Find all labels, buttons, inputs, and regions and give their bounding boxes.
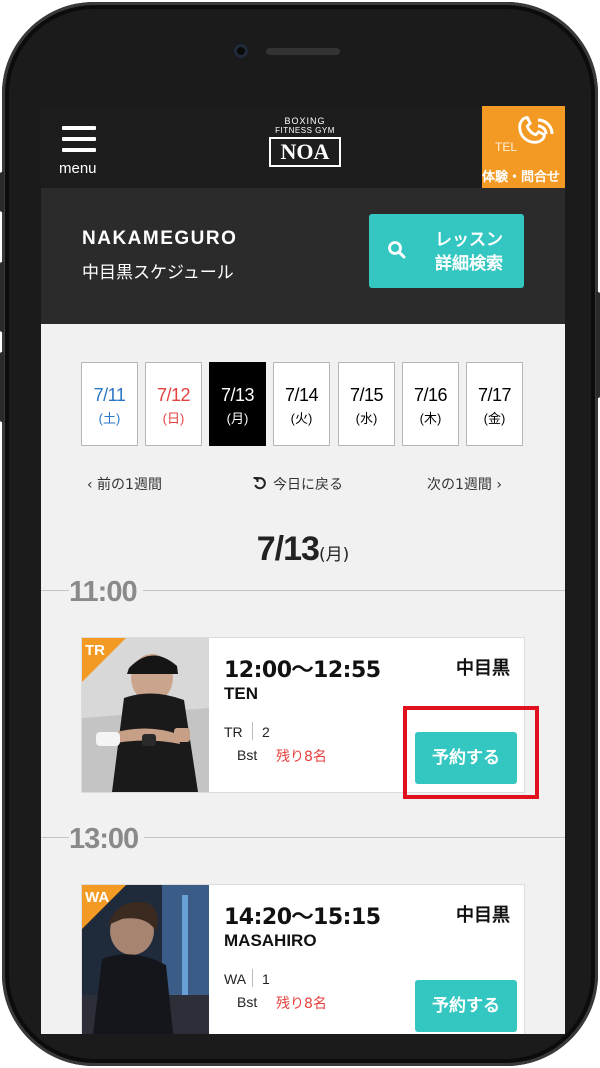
class-location: 中目黒 — [456, 658, 510, 679]
date-tab-date: 7/11 — [93, 385, 126, 405]
site-header: menu BOXING FITNESS GYM NOA TEL 体験・問合せ — [41, 106, 565, 188]
date-tab[interactable]: 7/11 (土) — [81, 362, 138, 446]
day-heading: 7/13(月) — [41, 530, 565, 569]
search-label-line1: レッスン — [435, 230, 503, 250]
volume-up-button — [0, 262, 4, 332]
class-code: TR — [224, 724, 243, 740]
date-tab[interactable]: 7/16 (木) — [402, 362, 459, 446]
date-tab-weekday: (木) — [419, 411, 442, 426]
code-separator — [252, 722, 253, 740]
earpiece-speaker — [266, 48, 340, 55]
mute-switch — [0, 172, 4, 212]
hamburger-icon — [62, 148, 96, 152]
class-type-badge-label: WA — [85, 889, 110, 906]
class-number: 2 — [262, 724, 270, 740]
instructor-photo: WA — [82, 885, 209, 1034]
tel-contact-button[interactable]: TEL 体験・問合せ — [482, 106, 565, 188]
remaining-seats: 残り8名 — [276, 996, 327, 1012]
day-heading-date: 7/13 — [256, 530, 320, 568]
menu-button[interactable]: menu — [55, 122, 115, 182]
logo-line-noa: NOA — [269, 137, 341, 167]
phone-icon — [518, 116, 554, 144]
instructor-photo: TR — [82, 638, 209, 792]
search-label-line2: 詳細検索 — [435, 254, 503, 274]
class-time: 12:00〜12:55 — [224, 658, 381, 683]
code-separator — [252, 969, 253, 987]
highlight-box — [403, 706, 539, 799]
date-tab-selected[interactable]: 7/13 (月) — [209, 362, 266, 446]
location-name-en: NAKAMEGURO — [82, 228, 238, 249]
class-level: Bst — [237, 994, 258, 1010]
date-tab-weekday: (火) — [290, 411, 313, 426]
instructor-name: TEN — [224, 684, 258, 703]
logo-line-boxing: BOXING — [284, 116, 326, 126]
hour-divider: 11:00 — [41, 576, 565, 609]
noa-logo[interactable]: BOXING FITNESS GYM NOA — [265, 116, 345, 176]
date-tab-weekday: (土) — [98, 411, 121, 426]
volume-down-button — [0, 352, 4, 422]
class-code: WA — [224, 971, 247, 987]
front-camera-icon — [234, 44, 248, 58]
class-level: Bst — [237, 747, 258, 763]
lesson-search-button[interactable]: レッスン 詳細検索 — [369, 214, 524, 288]
date-tab[interactable]: 7/12 (日) — [145, 362, 202, 446]
date-tab-date: 7/16 — [413, 385, 448, 405]
tel-icon-text: TEL — [495, 140, 518, 154]
hamburger-icon — [62, 137, 96, 141]
class-type-badge-label: TR — [85, 642, 105, 659]
date-tab-weekday: (日) — [162, 411, 185, 426]
reserve-button[interactable]: 予約する — [415, 980, 517, 1032]
date-tab-date: 7/15 — [349, 385, 384, 405]
hour-label: 11:00 — [69, 576, 143, 609]
phone-frame: menu BOXING FITNESS GYM NOA TEL 体験・問合せ N… — [2, 2, 598, 1066]
logo-line-fitness: FITNESS GYM — [275, 126, 335, 135]
remaining-seats: 残り8名 — [276, 749, 327, 765]
day-heading-weekday: (月) — [318, 545, 350, 565]
class-card[interactable]: WA 14:20〜15:15 MASAHIRO 中目黒 WA 1 Bst 残り8… — [81, 884, 525, 1034]
class-number: 1 — [262, 971, 270, 987]
next-week-link[interactable]: 次の1週間 › — [427, 474, 502, 494]
menu-label: menu — [59, 160, 97, 177]
date-tab[interactable]: 7/15 (水) — [338, 362, 395, 446]
hamburger-icon — [62, 126, 96, 130]
instructor-name: MASAHIRO — [224, 931, 317, 950]
date-tab-date: 7/13 — [220, 385, 255, 405]
location-banner: NAKAMEGURO 中目黒スケジュール レッスン 詳細検索 — [41, 188, 565, 324]
prev-week-link[interactable]: ‹ 前の1週間 — [87, 474, 162, 494]
date-tab-date: 7/17 — [477, 385, 512, 405]
location-schedule-title: 中目黒スケジュール — [82, 263, 234, 283]
tel-label: 体験・問合せ — [482, 170, 561, 185]
date-tab-weekday: (月) — [226, 411, 249, 426]
date-tab-weekday: (水) — [355, 411, 378, 426]
search-icon — [388, 241, 406, 259]
today-link-label: 今日に戻る — [273, 477, 343, 493]
date-tab-weekday: (金) — [483, 411, 506, 426]
date-tab[interactable]: 7/14 (火) — [273, 362, 330, 446]
hour-divider: 13:00 — [41, 823, 565, 856]
screen: menu BOXING FITNESS GYM NOA TEL 体験・問合せ N… — [41, 106, 565, 1034]
today-link[interactable]: 今日に戻る — [253, 474, 343, 494]
date-tab[interactable]: 7/17 (金) — [466, 362, 523, 446]
refresh-icon — [253, 477, 266, 490]
class-time: 14:20〜15:15 — [224, 905, 381, 930]
date-tab-date: 7/12 — [156, 385, 191, 405]
class-location: 中目黒 — [456, 905, 510, 926]
hour-label: 13:00 — [69, 823, 145, 856]
date-tab-date: 7/14 — [284, 385, 319, 405]
power-button — [596, 292, 600, 398]
